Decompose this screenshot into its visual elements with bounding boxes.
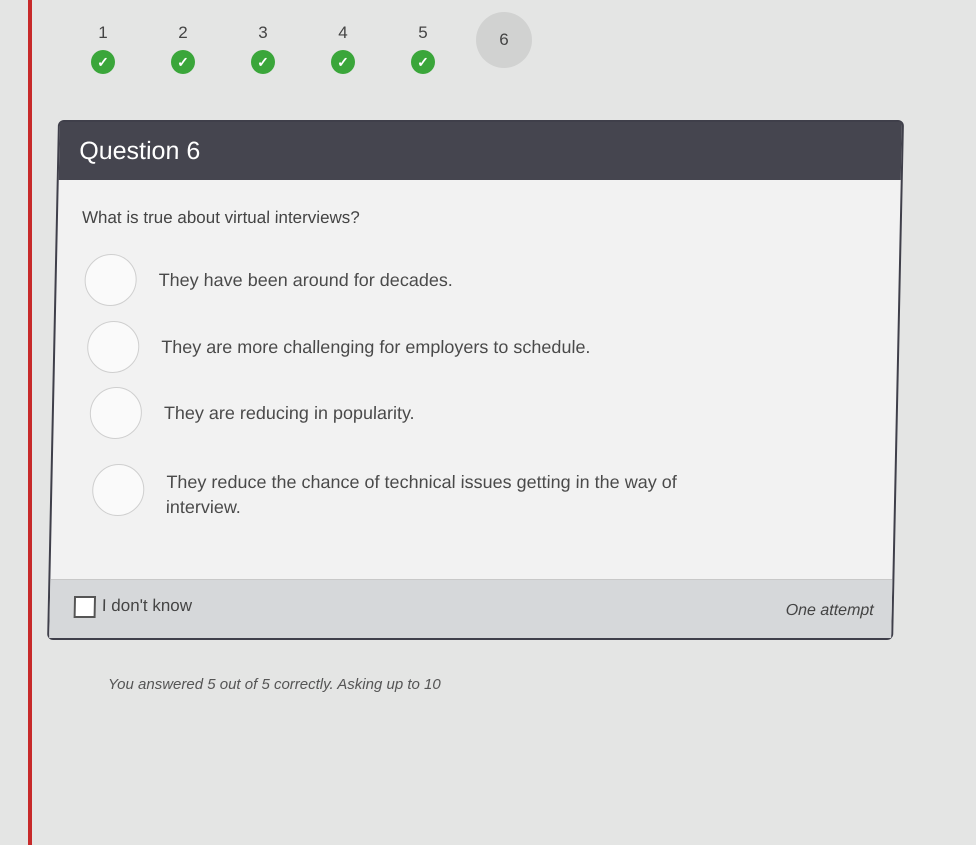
- step-number-current: 6: [476, 12, 532, 68]
- check-icon: ✓: [91, 50, 115, 74]
- radio-button[interactable]: [86, 321, 140, 373]
- answer-option-label: They reduce the chance of technical issu…: [165, 472, 677, 517]
- radio-button[interactable]: [89, 387, 143, 439]
- answer-option-3[interactable]: They are reducing in popularity.: [89, 387, 724, 439]
- answer-option-label: They are more challenging for employers …: [161, 337, 591, 357]
- check-icon: ✓: [171, 50, 195, 74]
- answer-option-1[interactable]: They have been around for decades.: [84, 254, 719, 306]
- radio-button[interactable]: [91, 464, 145, 516]
- question-prompt: What is true about virtual interviews?: [81, 208, 360, 227]
- check-icon: ✓: [411, 50, 435, 74]
- answer-option-label: They are reducing in popularity.: [163, 403, 415, 423]
- step-number: 4: [338, 23, 348, 42]
- step-number: 1: [98, 23, 108, 42]
- attempts-label: One attempt: [785, 602, 874, 619]
- answer-option-2[interactable]: They are more challenging for employers …: [86, 321, 722, 373]
- score-summary: You answered 5 out of 5 correctly. Askin…: [108, 676, 441, 693]
- step-3[interactable]: 3 ✓: [238, 20, 288, 74]
- question-progress-stepper: 1 ✓ 2 ✓ 3 ✓ 4 ✓ 5 ✓ 6: [78, 12, 548, 100]
- step-number: 3: [258, 23, 268, 42]
- question-title: Question 6: [58, 122, 902, 180]
- step-1[interactable]: 1 ✓: [78, 20, 128, 74]
- check-icon: ✓: [331, 50, 355, 74]
- dont-know-checkbox[interactable]: [73, 596, 97, 618]
- question-footer: I don't know One attempt: [49, 579, 893, 638]
- question-card: Question 6 What is true about virtual in…: [47, 120, 905, 640]
- step-number: 2: [178, 23, 188, 42]
- step-6-current[interactable]: 6: [476, 12, 532, 68]
- left-accent-line: [28, 0, 32, 845]
- answer-option-4[interactable]: They reduce the chance of technical issu…: [91, 464, 727, 520]
- dont-know-label[interactable]: I don't know: [102, 596, 193, 616]
- step-4[interactable]: 4 ✓: [318, 20, 368, 74]
- answer-option-label: They have been around for decades.: [158, 270, 454, 290]
- check-icon: ✓: [251, 50, 275, 74]
- radio-button[interactable]: [84, 254, 138, 306]
- step-number: 5: [418, 23, 428, 42]
- step-2[interactable]: 2 ✓: [158, 20, 208, 74]
- step-5[interactable]: 5 ✓: [398, 20, 448, 74]
